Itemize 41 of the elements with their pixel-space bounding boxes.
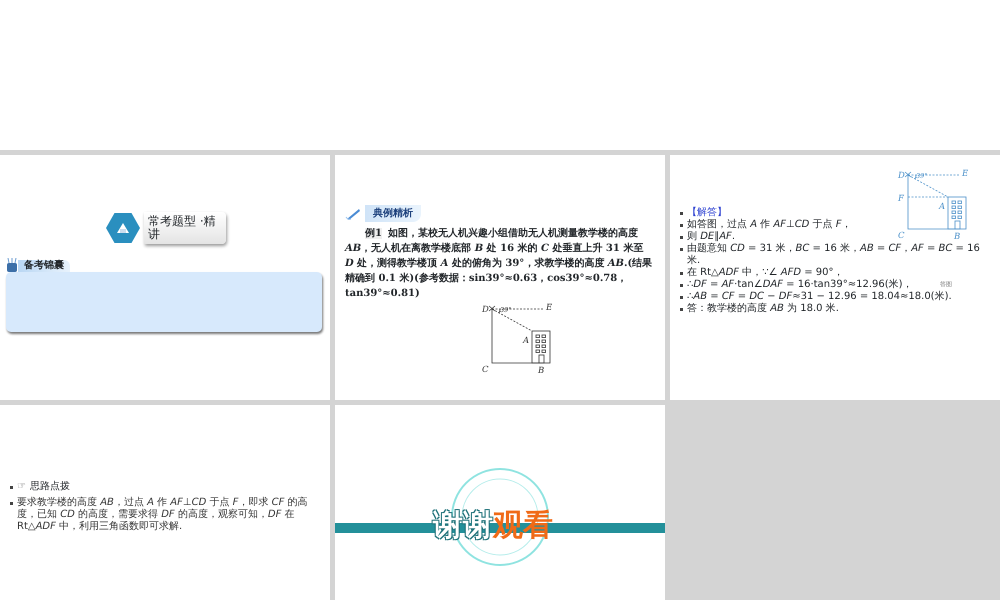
hand-icon: ☞ (17, 481, 26, 493)
answer-line: ∴DF = AF·tan∠DAF = 16·tan39°≈12.96(米)， (687, 279, 913, 291)
section-banner: 典例精析 (365, 205, 421, 222)
diagram-label: E (546, 303, 552, 313)
answer-line: 如答图，过点 A 作 AF⊥CD 于点 F， (687, 219, 852, 231)
slide-thumbnail[interactable]: 常考题型 ·精讲 备考锦囊 (0, 155, 330, 400)
bullet-icon (680, 284, 683, 287)
bullet-icon (680, 296, 683, 299)
answer-line: 在 Rt△ADF 中，∵∠ AFD = 90°， (687, 267, 844, 279)
diagram-label: C (482, 365, 489, 373)
answer-line: 答：教学楼的高度 AB 为 18.0 米. (687, 303, 839, 315)
answer-line: 则 DE∥AF. (687, 231, 735, 242)
problem-text: 例1 如图，某校无人机兴趣小组借助无人机测量教学楼的高度 AB，无人机在离教学楼底部 B 处 16 米的 C 处垂直上升 31 米至 D 处，测得教学楼顶 A 处的俯角为 39°，求教学楼的高度 AB.(结果精确到 0.1 米)(参考数据：sin39°≈0.63，cos39°≈0.78，tan39°≈0.81) (345, 226, 654, 301)
bullet-icon (680, 224, 683, 227)
bullet-icon (680, 308, 683, 311)
diagram-label: B (538, 366, 544, 373)
diagram-label: C (898, 231, 905, 239)
answer-heading: 【解答】 (687, 207, 727, 219)
bullet-icon (680, 212, 683, 215)
slide-thumbnail[interactable] (670, 155, 1000, 400)
pencil-icon (345, 206, 361, 220)
slide-heading: 常考题型 ·精讲 (144, 212, 226, 244)
diagram-label: A (523, 336, 530, 346)
diagram-label: F (898, 194, 904, 204)
diagram-label: D (482, 305, 489, 315)
box-label: 备考锦囊 (18, 260, 70, 272)
diagram-label: A (939, 202, 946, 212)
diagram-label: D (898, 171, 905, 181)
bullet-icon (10, 486, 13, 489)
bullet-icon (680, 236, 683, 239)
hint-text: 要求教学楼的高度 AB，过点 A 作 AF⊥CD 于点 F，即求 CF 的高度，已知 CD 的高度，需要求得 DF 的高度，观察可知，DF 在 Rt△ADF 中，利用三角函数即可求解. (17, 497, 309, 533)
cup-icon (6, 258, 18, 272)
bullet-icon (10, 502, 13, 505)
answer-line: ∴AB = CF = DC − DF≈31 − 12.96 = 18.04≈18.0(米). (687, 291, 952, 302)
slide-thumbnail[interactable]: ☞ 思路点拨 要求教学楼的高度 AB，过点 A 作 AF⊥CD 于点 F，即求 CF 的高度，已知 CD 的高度，需要求得 DF 的高度，观察可知，DF 在 Rt△ADF 中，利用三角函数即可求解. (0, 405, 330, 600)
bullet-icon (680, 272, 683, 275)
diagram-label: E (962, 169, 968, 179)
diagram-label: B (954, 232, 960, 239)
bullet-icon (680, 248, 683, 251)
hint-heading: 思路点拨 (30, 481, 70, 493)
answer-line: 由题意知 CD = 31 米，BC = 16 米，AB = CF，AF = BC = 16 米. (687, 243, 981, 266)
